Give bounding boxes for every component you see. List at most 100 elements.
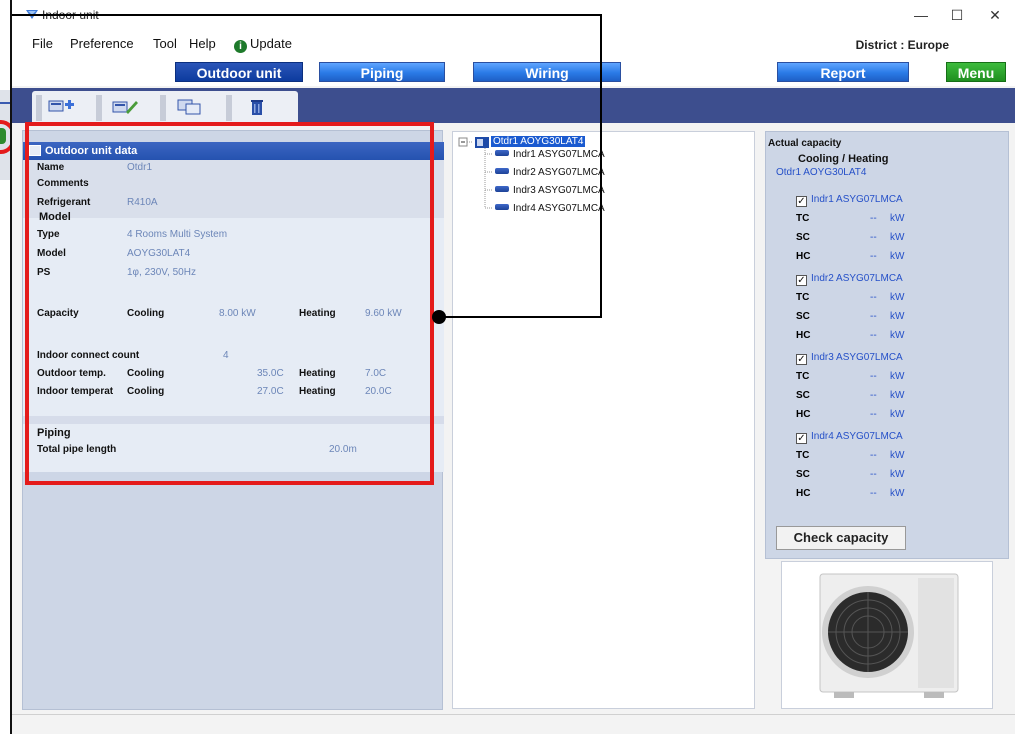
indoor-unit-icon (495, 150, 509, 156)
indoor-1-checkbox[interactable]: ✓ Indr1 ASYG07LMCA (796, 194, 903, 207)
sc-value: -- (870, 469, 877, 480)
tree-item-label: Indr1 ASYG07LMCA (513, 149, 605, 160)
annotation-line (600, 14, 602, 318)
indoor-unit-icon (495, 204, 509, 210)
sc-unit: kW (890, 390, 905, 401)
sc-label: SC (796, 390, 810, 401)
tc-label: TC (796, 450, 810, 461)
tc-value: -- (870, 450, 877, 461)
menu-file[interactable]: File (32, 36, 53, 51)
menu-tool[interactable]: Tool (153, 36, 177, 51)
outdoor-unit-icon (475, 137, 489, 148)
toolbar-separator (160, 95, 166, 121)
tc-value: -- (870, 213, 877, 224)
checkbox-icon: ✓ (796, 196, 807, 207)
tc-value: -- (870, 292, 877, 303)
tc-label: TC (796, 371, 810, 382)
status-bar (12, 714, 1015, 734)
tree-item-indoor-4[interactable]: Indr4 ASYG07LMCA (495, 203, 605, 214)
hc-value: -- (870, 409, 877, 420)
sc-unit: kW (890, 469, 905, 480)
hc-label: HC (796, 409, 811, 420)
annotation-line (439, 316, 602, 318)
add-unit-icon[interactable] (48, 98, 74, 116)
toolbar-separator (36, 95, 42, 121)
indoor-3-label: Indr3 ASYG07LMCA (811, 352, 903, 363)
menu-bar: File Preference Tool Help i Update Distri… (12, 30, 1015, 60)
toolbar-separator (226, 95, 232, 121)
district-label: District : Europe (855, 38, 949, 52)
capacity-title: Actual capacity (768, 138, 842, 149)
menu-help[interactable]: Help (189, 36, 216, 51)
piping-button[interactable]: Piping (319, 62, 445, 82)
hc-value: -- (870, 330, 877, 341)
hc-label: HC (796, 251, 811, 262)
tc-value: -- (870, 371, 877, 382)
tree-item-label: Indr3 ASYG07LMCA (513, 185, 605, 196)
tree-item-indoor-2[interactable]: Indr2 ASYG07LMCA (495, 167, 605, 178)
maximize-button[interactable]: ☐ (942, 4, 972, 26)
tree-item-indoor-1[interactable]: Indr1 ASYG07LMCA (495, 149, 605, 160)
wiring-button[interactable]: Wiring (473, 62, 621, 82)
minimize-button[interactable]: — (906, 4, 936, 26)
close-button[interactable]: ✕ (980, 4, 1010, 26)
tc-unit: kW (890, 292, 905, 303)
annotation-highlight (25, 122, 434, 485)
hc-unit: kW (890, 330, 905, 341)
checkbox-icon: ✓ (796, 275, 807, 286)
hc-value: -- (870, 488, 877, 499)
nav-bar: Outdoor unit Piping Wiring Report Menu (12, 60, 1015, 86)
checkbox-icon: ✓ (796, 354, 807, 365)
toolbar (12, 88, 1015, 123)
outdoor-unit-picture (819, 573, 959, 698)
hc-label: HC (796, 330, 811, 341)
toolbar-separator (96, 95, 102, 121)
info-icon: i (234, 40, 247, 53)
tree-item-outdoor[interactable]: Otdr1 AOYG30LAT4 (491, 136, 586, 147)
sc-unit: kW (890, 311, 905, 322)
actual-capacity-panel: Actual capacity Cooling / Heating Otdr1 … (765, 131, 1009, 559)
indoor-3-checkbox[interactable]: ✓ Indr3 ASYG07LMCA (796, 352, 903, 365)
hc-unit: kW (890, 251, 905, 262)
annotation-dot (432, 310, 446, 324)
tree-item-label: Indr2 ASYG07LMCA (513, 167, 605, 178)
capacity-outdoor-model: Otdr1 AOYG30LAT4 (776, 167, 867, 178)
sc-value: -- (870, 232, 877, 243)
sc-label: SC (796, 469, 810, 480)
delete-unit-icon[interactable] (244, 98, 270, 116)
check-capacity-button[interactable]: Check capacity (776, 526, 906, 550)
sc-label: SC (796, 311, 810, 322)
sc-value: -- (870, 311, 877, 322)
tree-item-label: Indr4 ASYG07LMCA (513, 203, 605, 214)
copy-unit-icon[interactable] (177, 98, 203, 116)
indoor-4-label: Indr4 ASYG07LMCA (811, 431, 903, 442)
system-tree: Otdr1 AOYG30LAT4 Indr1 ASYG07LMCA Indr2 … (452, 131, 755, 709)
tc-unit: kW (890, 213, 905, 224)
outdoor-unit-button[interactable]: Outdoor unit (175, 62, 303, 82)
tc-label: TC (796, 213, 810, 224)
indoor-2-checkbox[interactable]: ✓ Indr2 ASYG07LMCA (796, 273, 903, 286)
indoor-unit-icon (495, 168, 509, 174)
menu-update-label: Update (250, 36, 292, 51)
outdoor-unit-image (781, 561, 993, 709)
edit-unit-icon[interactable] (112, 98, 138, 116)
menu-update[interactable]: i Update (234, 36, 292, 53)
tc-label: TC (796, 292, 810, 303)
hc-unit: kW (890, 409, 905, 420)
indoor-unit-icon (495, 186, 509, 192)
menu-button[interactable]: Menu (946, 62, 1006, 82)
indoor-2-label: Indr2 ASYG07LMCA (811, 273, 903, 284)
report-button[interactable]: Report (777, 62, 909, 82)
sc-unit: kW (890, 232, 905, 243)
indoor-4-checkbox[interactable]: ✓ Indr4 ASYG07LMCA (796, 431, 903, 444)
tree-item-indoor-3[interactable]: Indr3 ASYG07LMCA (495, 185, 605, 196)
capacity-mode: Cooling / Heating (798, 153, 889, 165)
checkbox-icon: ✓ (796, 433, 807, 444)
tc-unit: kW (890, 450, 905, 461)
hc-label: HC (796, 488, 811, 499)
sc-value: -- (870, 390, 877, 401)
menu-preference[interactable]: Preference (70, 36, 134, 51)
tc-unit: kW (890, 371, 905, 382)
sc-label: SC (796, 232, 810, 243)
indoor-1-label: Indr1 ASYG07LMCA (811, 194, 903, 205)
